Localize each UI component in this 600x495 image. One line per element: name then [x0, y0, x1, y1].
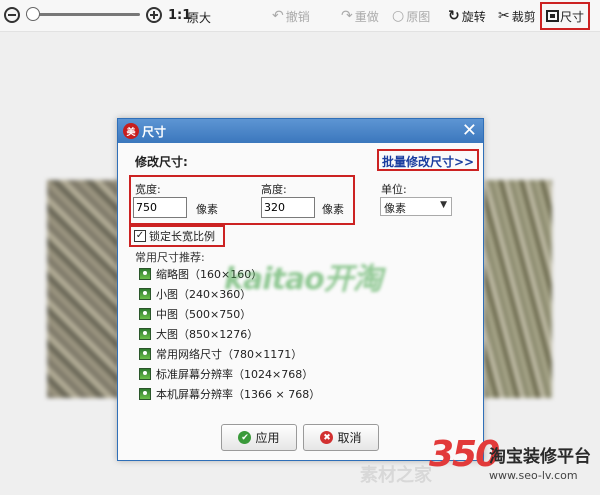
toolbar: 1:1 原大 ↶ 撤销 ↷ 重做 ○ 原图 ↻ 旋转 ✂ 裁剪 尺寸 [0, 0, 600, 32]
recommend-item-medium[interactable]: 中图（500×750） [139, 304, 369, 324]
batch-resize-link[interactable]: 批量修改尺寸>> [377, 149, 480, 171]
undo-icon: ↶ [272, 8, 284, 24]
section-title: 修改尺寸: [135, 155, 188, 169]
unit-label: 单位: [381, 183, 407, 196]
checkbox-checked-icon[interactable]: ✓ [134, 230, 146, 242]
watermark: kaitao开淘 [224, 262, 383, 297]
size-dialog: 美 尺寸 ✕ 修改尺寸: 批量修改尺寸>> 宽度: 像素 高度: 像素 单位: … [117, 118, 484, 461]
recommend-item-web[interactable]: 常用网络尺寸（780×1171） [139, 344, 369, 364]
size-button[interactable]: 尺寸 [540, 2, 590, 30]
lock-ratio-checkbox[interactable]: ✓ 锁定长宽比例 [129, 225, 225, 247]
redo-icon: ↷ [341, 8, 353, 24]
undo-label: 撤销 [285, 9, 310, 24]
cancel-button[interactable]: ✖ 取消 [303, 424, 379, 451]
recommend-title: 常用尺寸推荐: [135, 251, 205, 264]
picture-icon [139, 328, 151, 340]
width-label: 宽度: [135, 183, 161, 196]
undo-button[interactable]: ↶ 撤销 [272, 7, 310, 25]
rotate-button[interactable]: ↻ 旋转 [448, 7, 486, 25]
close-icon[interactable]: ✕ [462, 121, 477, 141]
recommend-item-label: 标准屏幕分辨率（1024×768） [156, 368, 314, 381]
check-icon: ✔ [238, 431, 252, 444]
apply-button[interactable]: ✔ 应用 [221, 424, 297, 451]
original-image-icon: ○ [392, 8, 405, 24]
cancel-icon: ✖ [320, 431, 334, 444]
app-logo-icon: 美 [123, 123, 139, 139]
original-image-label: 原图 [406, 9, 431, 24]
picture-icon [139, 348, 151, 360]
recommend-item-label: 本机屏幕分辨率（1366 × 768） [156, 388, 321, 401]
scissors-icon: ✂ [498, 8, 510, 24]
picture-icon [139, 368, 151, 380]
zoom-in-icon[interactable] [146, 7, 162, 23]
zoom-slider[interactable] [26, 13, 140, 16]
width-unit: 像素 [196, 203, 218, 216]
background-photo-left [47, 180, 119, 398]
recommend-item-label: 中图（500×750） [156, 308, 252, 321]
resize-icon [545, 10, 559, 22]
background-photo-right [484, 180, 552, 398]
zoom-out-icon[interactable] [4, 7, 20, 23]
picture-icon [139, 288, 151, 300]
picture-icon [139, 268, 151, 280]
recommend-item-this-screen[interactable]: 本机屏幕分辨率（1366 × 768） [139, 384, 369, 404]
chevron-down-icon: ▼ [440, 200, 447, 210]
rotate-icon: ↻ [448, 8, 460, 24]
cancel-label: 取消 [337, 431, 362, 445]
redo-button[interactable]: ↷ 重做 [341, 7, 379, 25]
height-input[interactable] [261, 197, 315, 218]
apply-label: 应用 [255, 431, 280, 445]
recommend-item-label: 大图（850×1276） [156, 328, 259, 341]
site-number: 350 [429, 434, 500, 475]
unit-select-value: 像素 [384, 202, 406, 215]
original-size-button[interactable]: 原大 [187, 9, 211, 26]
crop-label: 裁剪 [511, 9, 536, 24]
rotate-label: 旋转 [461, 9, 486, 24]
redo-label: 重做 [354, 9, 379, 24]
width-input[interactable] [133, 197, 187, 218]
height-unit: 像素 [322, 203, 344, 216]
dialog-titlebar: 美 尺寸 ✕ [118, 119, 483, 143]
picture-icon [139, 388, 151, 400]
site-name: 淘宝装修平台 [489, 447, 591, 467]
faint-watermark: 素材之家 [360, 465, 432, 486]
recommend-item-standard-screen[interactable]: 标准屏幕分辨率（1024×768） [139, 364, 369, 384]
height-label: 高度: [261, 183, 287, 196]
site-logo: 350 淘宝装修平台 www.seo-lv.com [425, 434, 600, 495]
original-image-button[interactable]: ○ 原图 [392, 7, 430, 25]
recommend-item-label: 常用网络尺寸（780×1171） [156, 348, 303, 361]
site-url: www.seo-lv.com [489, 469, 578, 482]
zoom-slider-thumb[interactable] [26, 7, 40, 21]
crop-button[interactable]: ✂ 裁剪 [498, 7, 536, 25]
dialog-title: 尺寸 [142, 124, 167, 139]
recommend-item-large[interactable]: 大图（850×1276） [139, 324, 369, 344]
picture-icon [139, 308, 151, 320]
unit-select[interactable]: 像素 ▼ [380, 197, 452, 216]
size-label: 尺寸 [559, 9, 584, 24]
lock-ratio-label: 锁定长宽比例 [149, 230, 215, 243]
